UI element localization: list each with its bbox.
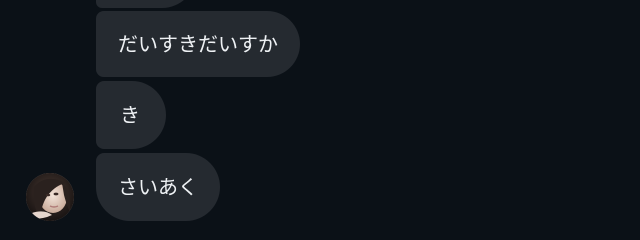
previous-message-bubble[interactable] — [96, 0, 196, 8]
message-bubble[interactable]: さいあく — [96, 153, 220, 221]
avatar[interactable] — [26, 173, 74, 221]
message-text: だいすきだいすか — [118, 32, 278, 56]
message-text: さいあく — [118, 175, 198, 199]
message-bubble[interactable]: だいすきだいすか — [96, 11, 300, 77]
message-thread: だいすきだいすか き さいあく — [0, 0, 640, 240]
message-bubble[interactable]: き — [96, 81, 166, 149]
message-text: き — [120, 103, 140, 127]
profile-photo-avatar-icon — [26, 173, 74, 221]
